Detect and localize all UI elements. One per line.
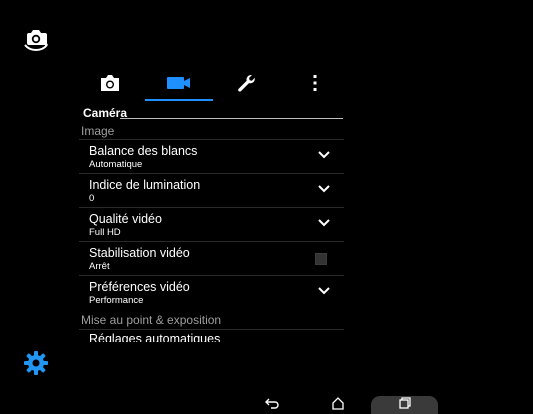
setting-row-video-stabilization[interactable]: Stabilisation vidéo Arrêt: [79, 241, 344, 275]
setting-row-white-balance[interactable]: Balance des blancs Automatique: [79, 139, 344, 173]
tab-video[interactable]: [144, 64, 213, 102]
video-camera-icon: [166, 75, 192, 91]
switch-camera-icon[interactable]: [22, 24, 50, 52]
settings-tabs: [73, 64, 350, 102]
tab-photo[interactable]: [75, 64, 144, 102]
chevron-down-icon[interactable]: [318, 185, 330, 193]
back-icon[interactable]: [261, 394, 283, 412]
setting-row-video-quality[interactable]: Qualité vidéo Full HD: [79, 207, 344, 241]
setting-row-partial[interactable]: Réglages automatiques: [79, 329, 344, 342]
settings-panel: Caméra Image Balance des blancs Automati…: [73, 64, 350, 342]
tab-tools[interactable]: [211, 64, 280, 102]
gear-icon[interactable]: [22, 349, 50, 377]
chevron-down-icon[interactable]: [318, 219, 330, 227]
setting-value: Arrêt: [89, 261, 110, 272]
chevron-down-icon[interactable]: [318, 287, 330, 295]
chevron-down-icon[interactable]: [318, 151, 330, 159]
camera-icon: [99, 74, 121, 92]
setting-value: Full HD: [89, 227, 121, 238]
stabilization-checkbox[interactable]: [315, 253, 327, 265]
system-navbar: [0, 392, 533, 414]
setting-value: Automatique: [89, 159, 143, 170]
setting-row-video-preferences[interactable]: Préférences vidéo Performance: [79, 275, 344, 309]
group-header-image: Image: [81, 124, 115, 138]
group-header-focus-exposure: Mise au point & exposition: [81, 313, 222, 327]
recents-icon[interactable]: [394, 394, 416, 412]
tab-more[interactable]: [280, 64, 349, 102]
setting-title: Préférences vidéo: [89, 280, 190, 294]
camera-settings-screen: Caméra Image Balance des blancs Automati…: [0, 0, 533, 414]
setting-title: Réglages automatiques: [89, 332, 221, 342]
more-vertical-icon: [312, 74, 318, 92]
setting-value: 0: [89, 193, 95, 204]
setting-title: Qualité vidéo: [89, 212, 162, 226]
section-divider: [120, 118, 343, 119]
setting-title: Stabilisation vidéo: [89, 246, 190, 260]
setting-title: Indice de lumination: [89, 178, 201, 192]
setting-row-exposure[interactable]: Indice de lumination 0: [79, 173, 344, 207]
wrench-icon: [236, 73, 256, 93]
setting-value: Performance: [89, 295, 144, 306]
setting-title: Balance des blancs: [89, 144, 198, 158]
home-icon[interactable]: [327, 394, 349, 412]
active-tab-indicator: [145, 99, 213, 101]
